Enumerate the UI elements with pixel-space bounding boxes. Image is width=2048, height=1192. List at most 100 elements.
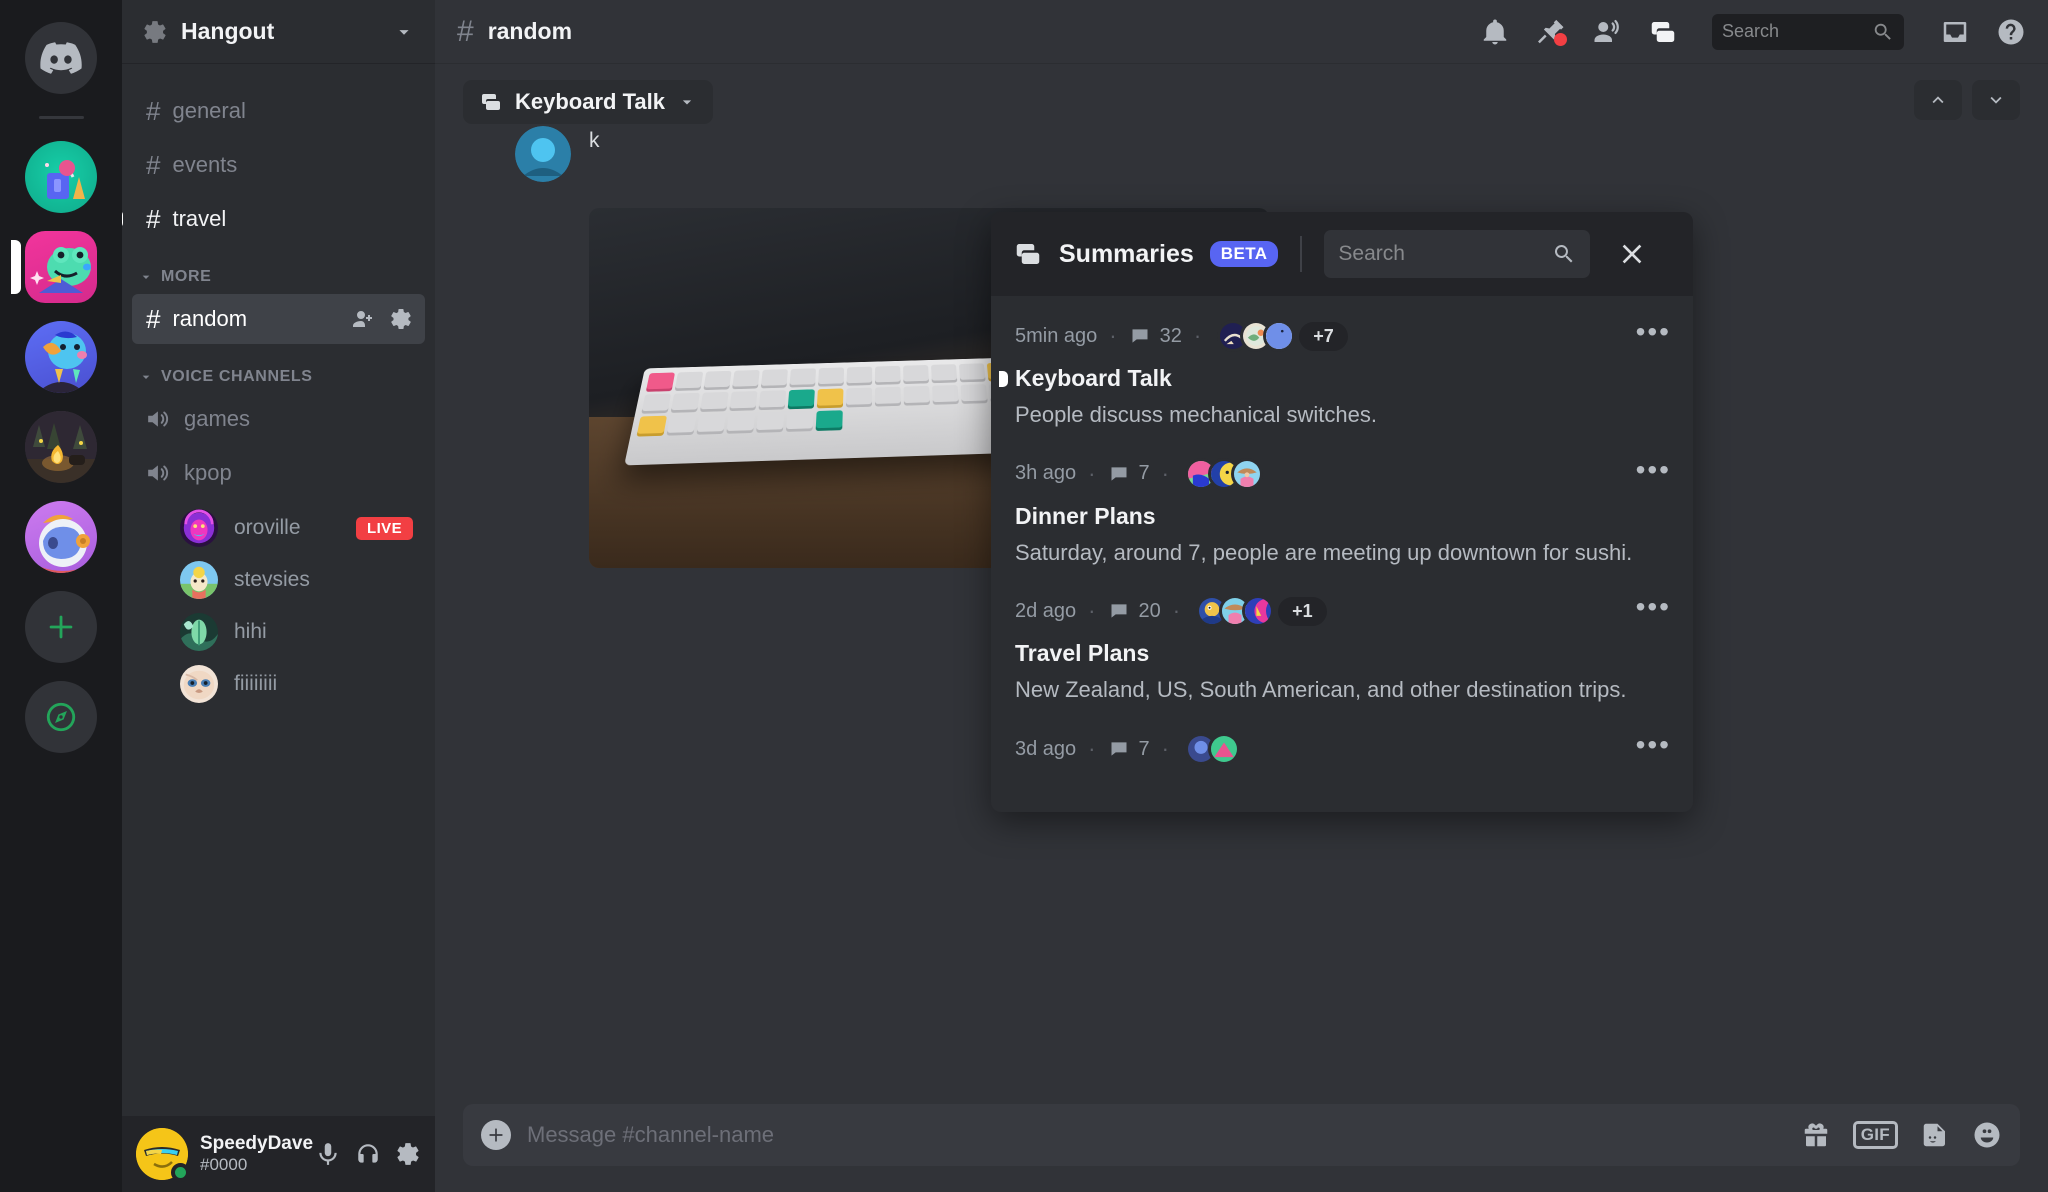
voice-member-stevsies[interactable]: stevsies [132,554,425,606]
sticker-icon[interactable] [1920,1120,1950,1150]
live-badge: LIVE [356,516,413,540]
help-button[interactable] [1996,17,2026,47]
guild-item-wrapper [25,411,97,483]
avatar-image [1266,323,1293,349]
avatar-image [1210,736,1237,763]
extra-participants-count: +1 [1278,596,1327,626]
blue-character-illustration-icon [37,331,87,393]
avatar [180,509,218,547]
message-text: k [589,129,600,152]
summaries-search[interactable] [1324,230,1591,278]
thread-name: Keyboard Talk [515,89,665,114]
category-voice-channels[interactable]: VOICE CHANNELS [132,348,425,394]
summaries-search-input[interactable] [1338,242,1545,266]
summary-item[interactable]: 3h ago · 7 · Dinner Plans Saturday, arou… [991,444,1693,582]
summary-overflow-menu[interactable]: ••• [1636,455,1671,484]
participant-avatars: +7 [1217,320,1348,352]
avatar [180,561,218,599]
server-header-dropdown[interactable]: Hangout [122,0,435,64]
avatar-image [1233,460,1260,487]
rail-divider [38,116,84,119]
voice-member-oroville[interactable]: oroville LIVE [132,502,425,554]
active-thread-chip[interactable]: Keyboard Talk [463,80,713,124]
global-search[interactable] [1712,13,1904,50]
server-name: Hangout [181,18,275,44]
notification-bell-button[interactable] [1480,17,1510,47]
inbox-button[interactable] [1940,17,1970,47]
summary-overflow-menu[interactable]: ••• [1636,731,1671,759]
add-attachment-button[interactable] [481,1120,511,1150]
jump-up-button[interactable] [1914,80,1962,120]
search-input[interactable] [1722,21,1866,42]
category-more[interactable]: MORE [132,248,425,294]
close-summaries-button[interactable] [1616,238,1648,270]
channel-random[interactable]: # random [132,294,425,344]
guild-campfire[interactable] [25,411,97,483]
channel-events[interactable]: # events [132,140,425,190]
avatar[interactable] [515,126,571,182]
home-button[interactable] [25,22,97,94]
topbar-icons [1480,17,1678,47]
gift-icon[interactable] [1801,1120,1831,1150]
headphones-icon[interactable] [355,1141,381,1167]
meta-separator: · [1109,323,1117,348]
gif-button[interactable]: GIF [1852,1121,1898,1149]
guild-camping[interactable] [25,141,97,213]
settings-icon[interactable] [395,1141,421,1167]
guild-blue-character[interactable] [25,321,97,393]
channel-label: events [172,152,238,177]
meta-separator: · [1161,736,1169,762]
speaker-icon [148,465,169,481]
count-value: 20 [1138,599,1161,622]
comment-icon [1132,329,1148,343]
avatar-image-stevsies [180,561,218,599]
avatar [1207,733,1240,766]
message-row: k [515,120,2020,188]
message-input[interactable] [527,1122,1785,1148]
summary-title: Keyboard Talk [1015,365,1172,391]
guild-frog[interactable] [25,231,97,303]
voice-member-hihi[interactable]: hihi [132,606,425,658]
channel-travel[interactable]: # travel [122,194,425,244]
add-member-icon[interactable] [351,307,375,331]
add-server-button[interactable] [25,591,97,663]
discord-app: Hangout # general # events # travel MORE… [0,0,2048,1192]
gear-icon [144,20,166,43]
current-user-avatar[interactable] [136,1128,190,1182]
hash-icon: # [457,14,474,48]
voice-member-fiiiiiiii[interactable]: fiiiiiiii [132,658,425,710]
voice-channel-games[interactable]: games [132,394,425,444]
channel-label: kpop [184,460,232,485]
extra-participants-count: +7 [1299,321,1348,351]
hash-icon: # [146,304,161,334]
category-label: MORE [161,268,212,285]
summary-title-row: Keyboard Talk [999,365,1667,392]
summary-item[interactable]: 5min ago · 32 · +7 Keyboard Talk People … [991,306,1693,444]
message-composer[interactable]: GIF [463,1104,2020,1166]
camping-illustration-icon [45,160,85,199]
members-list-button[interactable] [1592,17,1622,47]
explore-servers-button[interactable] [25,681,97,753]
voice-channel-kpop[interactable]: kpop [132,448,425,498]
jump-down-button[interactable] [1972,80,2020,120]
composer-icons: GIF [1801,1120,2002,1150]
summary-item[interactable]: 2d ago · 20 · +1 Travel Plans New Zealan… [991,581,1693,719]
summary-description: New Zealand, US, South American, and oth… [1015,677,1627,703]
summary-item[interactable]: 3d ago · 7 · ••• [991,719,1693,779]
hash-icon: # [146,204,161,234]
guild-astronaut[interactable] [25,501,97,573]
summary-overflow-menu[interactable]: ••• [1636,593,1671,621]
comment-icon [1111,604,1126,619]
meta-separator: · [1193,323,1202,348]
channel-general[interactable]: # general [132,86,425,136]
emoji-icon[interactable] [1972,1120,2002,1150]
compass-icon [46,702,76,732]
guild-item-wrapper [25,501,97,573]
summaries-button[interactable] [1648,17,1678,47]
main-content: # random Search Keyboard Talk k Summarie… [435,0,2048,1192]
microphone-icon[interactable] [315,1141,341,1167]
pinned-messages-button[interactable] [1536,17,1567,47]
summary-overflow-menu[interactable]: ••• [1636,318,1671,346]
settings-icon[interactable] [389,307,413,331]
summary-time: 2d ago [1015,599,1077,622]
